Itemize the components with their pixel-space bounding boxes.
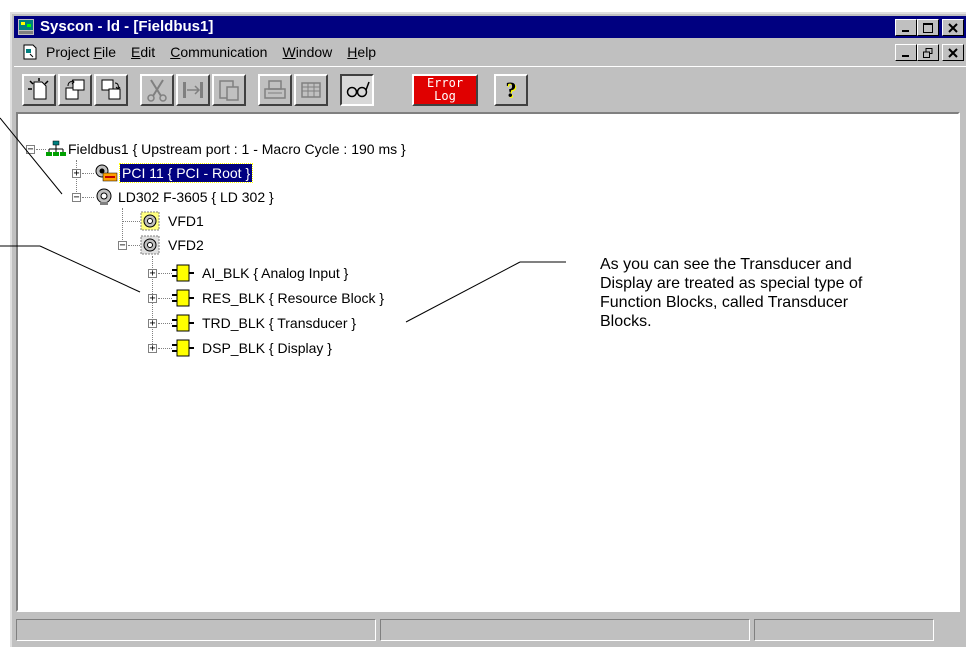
doc-close-button[interactable] (942, 44, 964, 61)
minimize-icon (902, 54, 909, 57)
menu-bar: Project File Edit Communication Window Help (14, 41, 966, 63)
ld302-collapse-toggle[interactable]: − (72, 193, 81, 203)
tree-node-vfd2[interactable]: VFD2 (140, 235, 206, 255)
menu-help[interactable]: Help (347, 44, 376, 60)
link-button[interactable] (176, 74, 210, 106)
monitor-button[interactable] (340, 74, 374, 106)
save-button[interactable] (94, 74, 128, 106)
app-icon (18, 19, 34, 35)
network-icon (46, 140, 66, 156)
status-pane (380, 619, 750, 641)
root-collapse-toggle[interactable]: − (26, 145, 35, 155)
status-pane (754, 619, 934, 641)
pci-card-icon (95, 164, 118, 182)
tree-node-vfd2-label: VFD2 (168, 237, 204, 253)
close-icon (948, 47, 958, 58)
tree-node-block[interactable]: AI_BLK { Analog Input } (172, 264, 350, 282)
error-log-button[interactable]: Error Log (412, 74, 478, 106)
tree-node-root[interactable]: Fieldbus1 { Upstream port : 1 - Macro Cy… (46, 140, 408, 158)
doc-restore-button[interactable] (917, 44, 939, 61)
paste-button[interactable] (212, 74, 246, 106)
status-pane (16, 619, 376, 641)
open-button[interactable] (58, 74, 92, 106)
tree-node-pci-label: PCI 11 { PCI - Root } (118, 163, 254, 183)
cut-icon (147, 79, 167, 102)
error-log-line2: Log (434, 89, 456, 103)
doc-minimize-button[interactable] (895, 44, 917, 61)
annotation-callout: As you can see the Transducer and Displa… (600, 256, 863, 330)
maximize-icon (923, 22, 933, 33)
tree-node-block-label: AI_BLK { Analog Input } (202, 265, 349, 281)
tree-view[interactable]: − Fieldbus1 { Upstream port : 1 - Macro … (16, 112, 960, 612)
block-expand-toggle[interactable]: + (148, 344, 157, 354)
block-expand-toggle[interactable]: + (148, 269, 157, 279)
pci-expand-toggle[interactable]: + (72, 169, 81, 179)
function-block-icon (172, 314, 194, 332)
paste-icon (219, 80, 239, 101)
function-block-icon (172, 339, 194, 357)
link-icon (183, 82, 203, 98)
new-icon (28, 78, 49, 100)
print-icon (264, 80, 286, 99)
close-button[interactable] (942, 19, 964, 36)
help-icon: ? (505, 77, 517, 102)
save-icon (101, 79, 121, 100)
menu-edit[interactable]: Edit (131, 44, 155, 60)
tree-node-block-label: TRD_BLK { Transducer } (202, 315, 357, 331)
window-title: Syscon - ld - [Fieldbus1] (40, 18, 214, 35)
menu-communication[interactable]: Communication (170, 44, 267, 60)
tree-node-block[interactable]: DSP_BLK { Display } (172, 339, 334, 357)
tree-node-ld302[interactable]: LD302 F-3605 { LD 302 } (94, 188, 276, 206)
print-button[interactable] (258, 74, 292, 106)
grid-icon (301, 82, 321, 98)
menu-project-file[interactable]: Project File (46, 44, 116, 60)
menu-window[interactable]: Window (282, 44, 332, 60)
tree-node-block[interactable]: TRD_BLK { Transducer } (172, 314, 358, 332)
function-block-icon (172, 289, 194, 307)
minimize-button[interactable] (895, 19, 917, 36)
status-bar (16, 619, 960, 645)
block-expand-toggle[interactable]: + (148, 294, 157, 304)
restore-icon (923, 47, 933, 58)
title-bar[interactable]: Syscon - ld - [Fieldbus1] (14, 16, 966, 38)
tree-node-vfd1-label: VFD1 (168, 213, 204, 229)
glasses-icon (346, 81, 370, 98)
new-button[interactable] (22, 74, 56, 106)
vfd-icon (140, 211, 160, 231)
close-icon (948, 22, 958, 33)
maximize-button[interactable] (917, 19, 939, 36)
open-icon (65, 79, 85, 100)
tree-node-vfd1[interactable]: VFD1 (140, 211, 206, 231)
tree-node-pci[interactable]: PCI 11 { PCI - Root } (94, 163, 254, 183)
tree-node-block-label: DSP_BLK { Display } (202, 340, 332, 356)
vfd2-collapse-toggle[interactable]: − (118, 241, 127, 251)
tree-node-root-label: Fieldbus1 { Upstream port : 1 - Macro Cy… (68, 141, 406, 157)
document-icon[interactable] (22, 44, 38, 60)
tree-node-block[interactable]: RES_BLK { Resource Block } (172, 289, 386, 307)
function-block-icon (172, 264, 194, 282)
device-icon (96, 188, 112, 205)
grid-button[interactable] (294, 74, 328, 106)
tree-node-block-label: RES_BLK { Resource Block } (202, 290, 385, 306)
toolbar: Error Log ? (14, 66, 966, 109)
block-expand-toggle[interactable]: + (148, 319, 157, 329)
cut-button[interactable] (140, 74, 174, 106)
help-button[interactable]: ? (494, 74, 528, 106)
tree-node-ld302-label: LD302 F-3605 { LD 302 } (118, 189, 274, 205)
minimize-icon (902, 29, 909, 32)
vfd-icon (140, 235, 160, 255)
